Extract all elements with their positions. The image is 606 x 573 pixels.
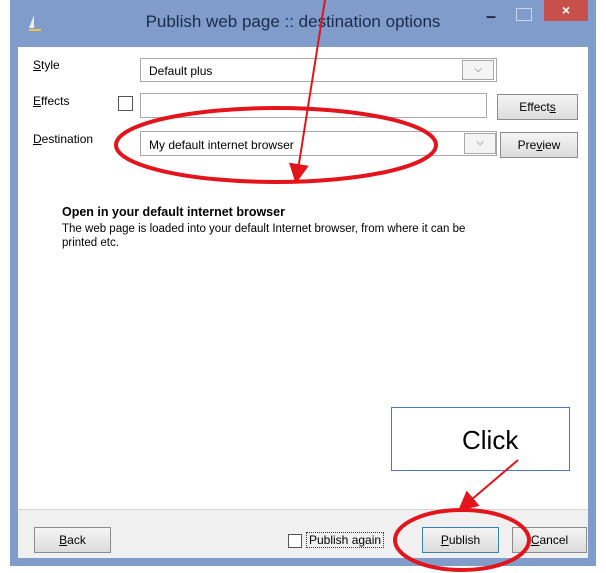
- destination-highlight-ellipse: [114, 106, 438, 184]
- publish-highlight-ellipse: [393, 508, 531, 572]
- destination-arrow: [289, 0, 326, 184]
- annotation-overlay: [114, 0, 531, 572]
- publish-arrow: [457, 459, 519, 512]
